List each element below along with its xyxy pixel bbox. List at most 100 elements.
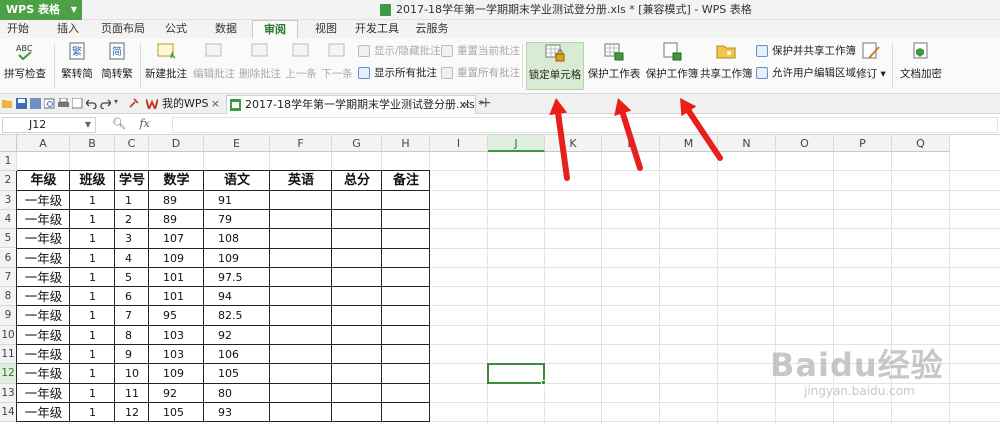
table-cell[interactable]: [382, 268, 430, 287]
row-header-1[interactable]: 1: [0, 152, 17, 172]
table-cell[interactable]: 11: [115, 384, 149, 403]
new-comment-button[interactable]: 新建批注: [144, 42, 188, 90]
tab-formulas[interactable]: 公式: [158, 20, 194, 38]
table-cell[interactable]: 109: [149, 364, 204, 383]
table-cell[interactable]: [382, 403, 430, 422]
pin-icon[interactable]: [128, 98, 139, 109]
table-cell[interactable]: 9: [115, 345, 149, 364]
row-header-13[interactable]: 13: [0, 383, 17, 403]
table-cell[interactable]: 1: [70, 249, 115, 268]
print-preview-icon[interactable]: [44, 98, 55, 109]
row-header-14[interactable]: 14: [0, 402, 17, 423]
fill-handle[interactable]: [541, 379, 546, 385]
protect-sheet-button[interactable]: 保护工作表: [586, 42, 642, 90]
select-all-corner[interactable]: [0, 135, 17, 152]
table-cell[interactable]: 89: [149, 210, 204, 229]
column-header-o[interactable]: O: [776, 135, 834, 152]
table-cell[interactable]: [270, 384, 332, 403]
tab-review[interactable]: 审阅: [252, 20, 298, 38]
simp-to-trad-button[interactable]: 简 简转繁: [98, 42, 136, 90]
table-cell[interactable]: [382, 384, 430, 403]
table-header-cell[interactable]: 班级: [70, 171, 115, 190]
tab-cloud[interactable]: 云服务: [412, 20, 452, 38]
table-cell[interactable]: 105: [149, 403, 204, 422]
column-header-m[interactable]: M: [660, 135, 718, 152]
share-workbook-button[interactable]: 共享工作簿: [700, 42, 753, 90]
row-header-10[interactable]: 10: [0, 325, 17, 345]
table-header-cell[interactable]: 总分: [332, 171, 382, 190]
table-cell[interactable]: 93: [204, 403, 270, 422]
table-cell[interactable]: 一年级: [17, 268, 70, 287]
table-cell[interactable]: 一年级: [17, 345, 70, 364]
table-cell[interactable]: [332, 249, 382, 268]
table-cell[interactable]: 91: [204, 191, 270, 210]
table-cell[interactable]: [270, 268, 332, 287]
table-cell[interactable]: [332, 210, 382, 229]
tab-home[interactable]: 开始: [0, 20, 36, 38]
lock-cells-button[interactable]: 锁定单元格: [526, 42, 584, 90]
table-cell[interactable]: 1: [70, 364, 115, 383]
table-cell[interactable]: [382, 287, 430, 306]
table-cell[interactable]: 4: [115, 249, 149, 268]
table-cell[interactable]: 一年级: [17, 229, 70, 248]
column-header-l[interactable]: L: [602, 135, 660, 152]
row-header-3[interactable]: 3: [0, 190, 17, 210]
tab-active-document[interactable]: 2017-18学年第一学期期末学业测试登分册.xls * ×: [226, 95, 484, 114]
table-cell[interactable]: 97.5: [204, 268, 270, 287]
table-cell[interactable]: [382, 229, 430, 248]
table-cell[interactable]: [382, 306, 430, 325]
reset-current-comment-button[interactable]: 重置当前批注: [441, 43, 520, 59]
row-header-11[interactable]: 11: [0, 345, 17, 365]
formula-input[interactable]: [172, 117, 998, 133]
table-cell[interactable]: [382, 364, 430, 383]
table-cell[interactable]: 1: [70, 384, 115, 403]
preview-icon[interactable]: [72, 98, 83, 109]
row-header-7[interactable]: 7: [0, 267, 17, 288]
table-cell[interactable]: 95: [149, 306, 204, 325]
table-cell[interactable]: 1: [70, 191, 115, 210]
column-header-e[interactable]: E: [204, 135, 270, 152]
table-cell[interactable]: 1: [70, 287, 115, 306]
table-cell[interactable]: 一年级: [17, 326, 70, 345]
table-cell[interactable]: 一年级: [17, 287, 70, 306]
open-folder-icon[interactable]: [2, 98, 13, 109]
quick-access-dropdown-icon[interactable]: ▾: [114, 97, 125, 108]
table-cell[interactable]: [270, 326, 332, 345]
doc-encrypt-button[interactable]: 文档加密: [896, 42, 946, 90]
table-cell[interactable]: 1: [70, 326, 115, 345]
table-cell[interactable]: 109: [149, 249, 204, 268]
delete-comment-button[interactable]: 删除批注: [238, 42, 282, 90]
save-as-icon[interactable]: [30, 98, 41, 109]
table-cell[interactable]: 8: [115, 326, 149, 345]
column-header-b[interactable]: B: [70, 135, 115, 152]
column-header-d[interactable]: D: [149, 135, 204, 152]
tab-view[interactable]: 视图: [308, 20, 344, 38]
tab-page-layout[interactable]: 页面布局: [98, 20, 148, 38]
table-cell[interactable]: [332, 306, 382, 325]
trad-to-simp-button[interactable]: 繁 繁转简: [58, 42, 96, 90]
table-cell[interactable]: 92: [204, 326, 270, 345]
column-header-g[interactable]: G: [332, 135, 382, 152]
table-cell[interactable]: [270, 403, 332, 422]
table-cell[interactable]: [332, 364, 382, 383]
tab-data[interactable]: 数据: [208, 20, 244, 38]
table-cell[interactable]: [270, 287, 332, 306]
table-cell[interactable]: [270, 229, 332, 248]
table-header-cell[interactable]: 备注: [382, 171, 430, 190]
table-cell[interactable]: 一年级: [17, 249, 70, 268]
tab-insert[interactable]: 插入: [50, 20, 86, 38]
column-header-c[interactable]: C: [115, 135, 149, 152]
table-cell[interactable]: [332, 326, 382, 345]
table-cell[interactable]: 12: [115, 403, 149, 422]
row-header-4[interactable]: 4: [0, 209, 17, 230]
table-cell[interactable]: [332, 287, 382, 306]
zoom-search-icon[interactable]: 🔍︎: [112, 117, 126, 130]
table-cell[interactable]: [270, 191, 332, 210]
save-icon[interactable]: [16, 98, 27, 109]
table-cell[interactable]: [332, 384, 382, 403]
table-cell[interactable]: [332, 191, 382, 210]
table-cell[interactable]: 一年级: [17, 364, 70, 383]
track-changes-button[interactable]: 修订 ▾: [854, 42, 888, 90]
close-icon[interactable]: ×: [211, 95, 220, 113]
table-cell[interactable]: [270, 345, 332, 364]
